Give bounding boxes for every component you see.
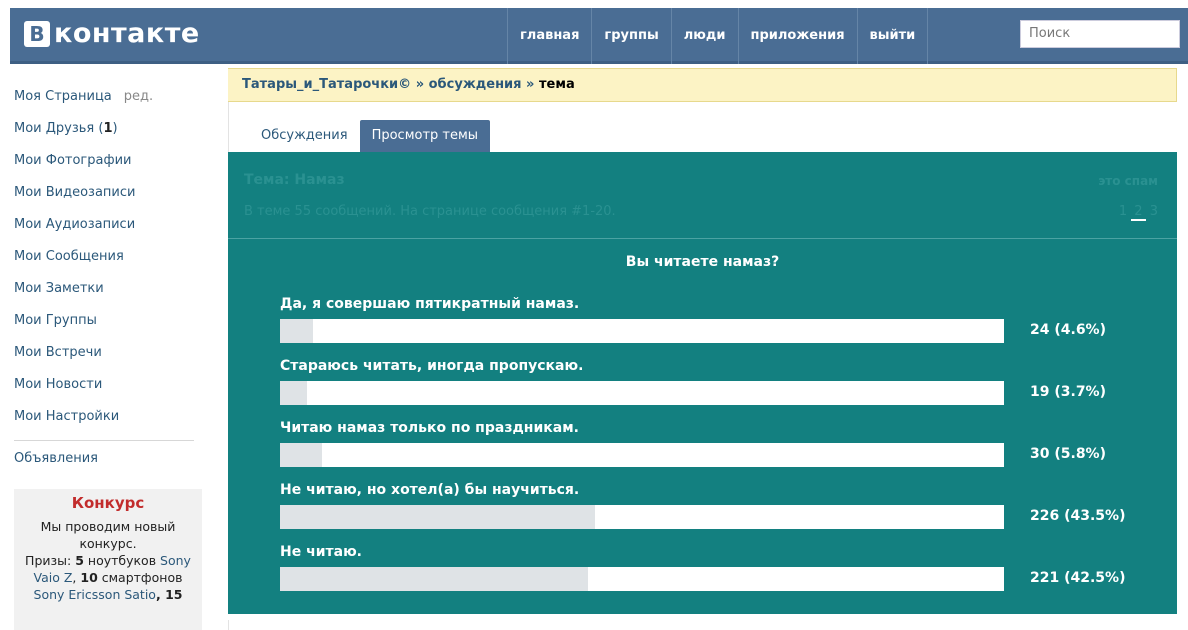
sidebar-item-events[interactable]: Мои Встречи: [14, 342, 204, 374]
sidebar-item-label: Мои Друзья (: [14, 121, 104, 136]
search-input[interactable]: Поиск: [1020, 20, 1180, 48]
poll-option-label: Не читаю, но хотел(а) бы научиться.: [280, 482, 580, 498]
vk-logo[interactable]: В контакте: [24, 18, 200, 49]
left-sidebar: Моя Страница ред. Мои Друзья (1) Мои Фото…: [14, 86, 204, 630]
content-bottom-edge: [228, 620, 1177, 630]
topic-info-text: В теме 55 сообщений. На странице сообщен…: [244, 204, 616, 219]
poll-bar: [280, 319, 1004, 343]
report-spam-link[interactable]: это спам: [1098, 174, 1158, 188]
poll-bar: [280, 505, 1004, 529]
poll-option-label: Не читаю.: [280, 544, 362, 560]
poll-bar: [280, 443, 1004, 467]
breadcrumb: Татары_и_Татарочки© » обсуждения » тема: [228, 68, 1177, 102]
poll-option-value: 30 (5.8%): [1030, 446, 1106, 462]
contest-line: Мы проводим новый конкурс.: [40, 519, 176, 551]
contest-title[interactable]: Конкурс: [20, 495, 196, 512]
top-header: В контакте главная группы люди приложени…: [10, 8, 1188, 64]
topic-row: Тема: Намаз это спам: [244, 172, 1158, 196]
sidebar-item-notes[interactable]: Мои Заметки: [14, 278, 204, 310]
logo-text: контакте: [54, 18, 200, 49]
prize-count-3: , 15: [155, 587, 183, 602]
tab-bar: Обсуждения Просмотр темы: [228, 102, 1177, 152]
logo-icon: В: [24, 20, 50, 47]
poll-question: Вы читаете намаз?: [625, 254, 780, 270]
topic-label: Тема:: [244, 172, 295, 188]
sidebar-item-messages[interactable]: Мои Сообщения: [14, 246, 204, 278]
page-link-3[interactable]: 3: [1150, 204, 1158, 219]
poll-divider: [228, 238, 1177, 239]
poll-option-value: 24 (4.6%): [1030, 322, 1106, 338]
sidebar-item-friends[interactable]: Мои Друзья (1): [14, 118, 204, 150]
sidebar-divider: [14, 440, 194, 441]
poll-bar-fill: [280, 443, 322, 467]
edit-link[interactable]: ред.: [124, 89, 153, 104]
nav-people[interactable]: люди: [670, 8, 738, 64]
prize-count-2: 10: [80, 570, 98, 585]
page-link-1[interactable]: 1: [1119, 204, 1127, 219]
sidebar-item-label: Моя Страница: [14, 89, 112, 104]
sidebar-item-photos[interactable]: Мои Фотографии: [14, 150, 204, 182]
breadcrumb-current: тема: [538, 77, 575, 92]
nav-apps[interactable]: приложения: [737, 8, 857, 64]
poll-option-value: 226 (43.5%): [1030, 508, 1126, 524]
poll-bar-fill: [280, 505, 595, 529]
nav-logout[interactable]: выйти: [856, 8, 929, 64]
prize-link-2[interactable]: Sony Ericsson Satio: [34, 587, 156, 602]
tab-view-topic[interactable]: Просмотр темы: [359, 120, 491, 152]
top-nav: главная группы люди приложения выйти: [507, 8, 929, 64]
poll-option-label: Стараюсь читать, иногда пропускаю.: [280, 358, 584, 374]
poll-bar-fill: [280, 381, 307, 405]
nav-groups[interactable]: группы: [591, 8, 670, 64]
friends-close-paren: ): [112, 121, 118, 136]
friends-count: 1: [103, 121, 113, 136]
poll-option-label: Читаю намаз только по праздникам.: [280, 420, 579, 436]
page-link-2[interactable]: 2: [1131, 204, 1146, 221]
sidebar-item-videos[interactable]: Мои Видеозаписи: [14, 182, 204, 214]
sidebar-item-my-page[interactable]: Моя Страница ред.: [14, 86, 204, 118]
poll-bar-fill: [280, 319, 314, 343]
prize-item-2: смартфонов: [97, 570, 183, 585]
topic-info: В теме 55 сообщений. На странице сообщен…: [244, 204, 1158, 230]
breadcrumb-discussions-link[interactable]: обсуждения: [429, 77, 522, 92]
breadcrumb-group-link[interactable]: Татары_и_Татарочки©: [242, 77, 411, 92]
sidebar-item-audio[interactable]: Мои Аудиозаписи: [14, 214, 204, 246]
sidebar-item-groups[interactable]: Мои Группы: [14, 310, 204, 342]
contest-box: Конкурс Мы проводим новый конкурс. Призы…: [14, 489, 202, 630]
main-content: Татары_и_Татарочки© » обсуждения » тема …: [228, 68, 1177, 614]
sidebar-item-settings[interactable]: Мои Настройки: [14, 406, 204, 438]
nav-home[interactable]: главная: [507, 8, 591, 64]
poll-option-label: Да, я совершаю пятикратный намаз.: [280, 296, 580, 312]
poll-bar: [280, 381, 1004, 405]
sidebar-item-ads[interactable]: Объявления: [14, 451, 204, 481]
prizes-label: Призы:: [25, 553, 76, 568]
breadcrumb-separator: »: [521, 77, 539, 92]
tab-discussions[interactable]: Обсуждения: [249, 120, 360, 152]
poll-bar: [280, 567, 1004, 591]
pagination: 1 2 3: [1119, 204, 1158, 221]
poll-option-value: 19 (3.7%): [1030, 384, 1106, 400]
poll-bar-fill: [280, 567, 588, 591]
breadcrumb-separator: »: [411, 77, 429, 92]
topic-panel: Тема: Намаз это спам В теме 55 сообщений…: [228, 152, 1177, 614]
topic-name: Намаз: [294, 172, 345, 188]
contest-text: Мы проводим новый конкурс. Призы: 5 ноут…: [20, 518, 196, 603]
sidebar-item-news[interactable]: Мои Новости: [14, 374, 204, 406]
prize-count-1: 5: [75, 553, 84, 568]
prize-item-1: ноутбуков: [83, 553, 161, 568]
poll-option-value: 221 (42.5%): [1030, 570, 1126, 586]
